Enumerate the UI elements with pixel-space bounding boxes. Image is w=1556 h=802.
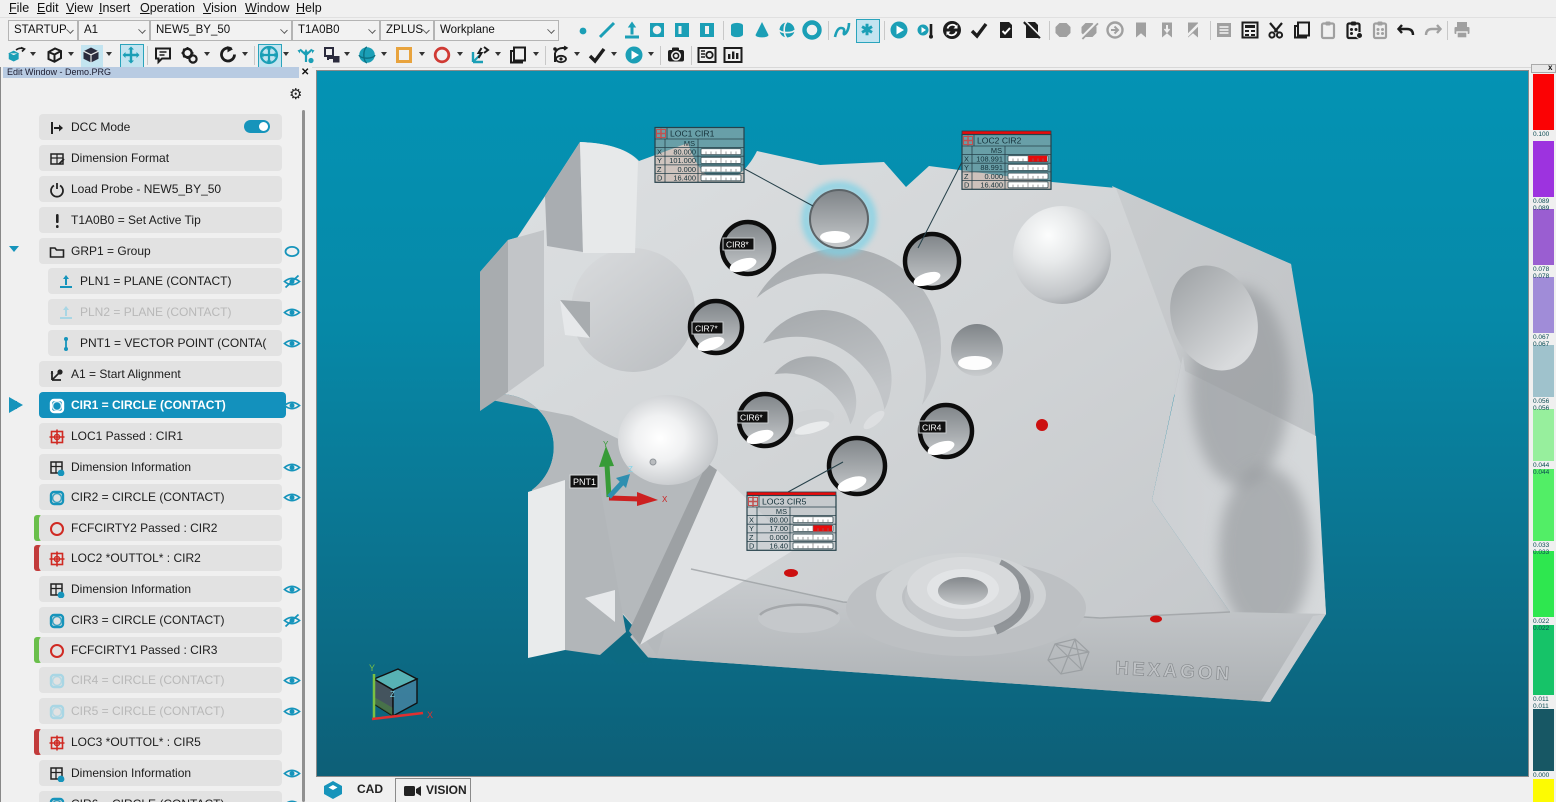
- svg-text:88.991: 88.991: [980, 163, 1003, 172]
- svg-text:108.991: 108.991: [976, 155, 1003, 164]
- svg-text:0.000: 0.000: [678, 165, 697, 174]
- svg-text:0.000: 0.000: [985, 172, 1004, 181]
- svg-text:X: X: [427, 710, 433, 720]
- svg-text:✱: ✱: [861, 22, 874, 39]
- svg-text:17.00: 17.00: [770, 524, 789, 533]
- svg-text:X: X: [749, 516, 754, 525]
- svg-text:Z: Z: [749, 533, 754, 542]
- svg-text:CIR8*: CIR8*: [726, 240, 749, 250]
- svg-text:80.000: 80.000: [673, 148, 696, 157]
- svg-text:LOC1 CIR1: LOC1 CIR1: [670, 129, 715, 139]
- svg-text:Z: Z: [657, 165, 662, 174]
- svg-text:16.400: 16.400: [980, 181, 1003, 190]
- svg-text:80.00: 80.00: [770, 516, 789, 525]
- svg-text:D: D: [657, 174, 662, 183]
- svg-text:16.40: 16.40: [770, 542, 789, 551]
- svg-text:Z: Z: [964, 172, 969, 181]
- svg-text:16.400: 16.400: [673, 174, 696, 183]
- svg-text:Y: Y: [749, 524, 754, 533]
- svg-text:X: X: [657, 148, 662, 157]
- svg-text:LOC2 CIR2: LOC2 CIR2: [977, 136, 1022, 146]
- svg-text:0.000: 0.000: [770, 533, 789, 542]
- svg-text:Z: Z: [628, 465, 633, 474]
- svg-text:D: D: [749, 542, 754, 551]
- svg-text:CIR6*: CIR6*: [740, 413, 763, 423]
- svg-text:Y: Y: [603, 440, 609, 449]
- svg-text:CIR4: CIR4: [922, 423, 942, 433]
- svg-text:Z: Z: [390, 690, 395, 699]
- svg-text:PNT1: PNT1: [573, 477, 596, 487]
- svg-text:Y: Y: [657, 156, 662, 165]
- svg-text:X: X: [964, 155, 969, 164]
- svg-text:Y: Y: [369, 663, 375, 673]
- svg-text:Y: Y: [964, 163, 969, 172]
- svg-text:CIR7*: CIR7*: [695, 324, 718, 334]
- svg-text:X: X: [662, 495, 668, 504]
- svg-text:101.000: 101.000: [669, 156, 696, 165]
- svg-text:LOC3 CIR5: LOC3 CIR5: [762, 497, 807, 507]
- svg-text:D: D: [964, 181, 969, 190]
